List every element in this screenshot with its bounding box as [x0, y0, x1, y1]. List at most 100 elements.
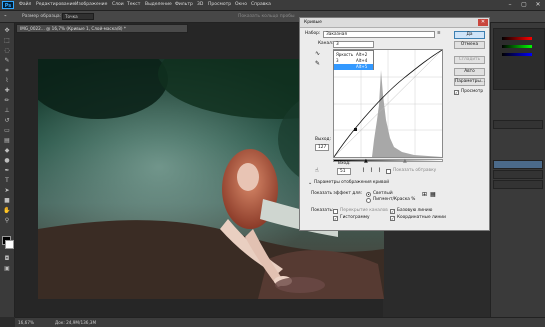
ok-button[interactable]: Да: [454, 31, 485, 39]
expand-options-icon[interactable]: ⌄: [308, 180, 312, 186]
background-color-swatch[interactable]: [5, 240, 14, 249]
baseline-label: Базовую линию: [397, 208, 433, 213]
sample-size-label: Размер образца:: [22, 14, 62, 19]
pigment-radio[interactable]: [366, 198, 371, 203]
move-tool-icon[interactable]: ✥: [3, 27, 11, 34]
preview-label: Просмотр: [461, 89, 484, 94]
maximize-icon[interactable]: ▢: [517, 0, 531, 10]
histogram-checkbox[interactable]: ✓: [333, 216, 338, 221]
light-radio[interactable]: •: [366, 192, 371, 197]
output-input[interactable]: 127: [315, 144, 329, 151]
sample-size-select[interactable]: Точка: [62, 13, 94, 20]
path-select-icon[interactable]: ➤: [3, 187, 11, 194]
show-clipping-checkbox[interactable]: [386, 169, 391, 174]
hand-tool-icon[interactable]: ✋: [3, 207, 11, 214]
color-panel: [493, 28, 545, 90]
white-eyedropper-icon[interactable]: ⌇: [378, 168, 381, 174]
intersection-line-checkbox[interactable]: ✓: [390, 216, 395, 221]
layer-row-selected[interactable]: [493, 160, 543, 169]
auto-button[interactable]: Авто: [454, 68, 485, 76]
baseline-checkbox[interactable]: ✓: [390, 209, 395, 214]
crop-tool-icon[interactable]: ⌗: [3, 67, 11, 74]
detailed-grid-icon[interactable]: ▦: [430, 192, 436, 198]
histogram: [372, 70, 442, 157]
gray-eyedropper-icon[interactable]: ⌇: [370, 168, 373, 174]
cancel-button[interactable]: Отмена: [454, 41, 485, 49]
screen-mode-icon[interactable]: ▣: [3, 265, 11, 272]
menu-layers[interactable]: Слои: [112, 1, 124, 9]
curve-point[interactable]: [354, 128, 357, 131]
menu-help[interactable]: Справка: [251, 1, 271, 9]
layer-row[interactable]: [493, 170, 543, 179]
menu-file[interactable]: Файл: [19, 1, 31, 9]
channel-overlays-checkbox[interactable]: [333, 209, 338, 214]
preview-checkbox[interactable]: ✓: [454, 90, 459, 95]
preset-options-icon[interactable]: ≡: [437, 31, 441, 37]
type-tool-icon[interactable]: T: [3, 177, 11, 184]
black-point-slider-icon[interactable]: ▲: [364, 158, 368, 164]
channel-label: Канал:: [318, 41, 334, 46]
white-point-slider-icon[interactable]: ▲: [403, 158, 407, 164]
zoom-level[interactable]: 16,67%: [18, 319, 34, 326]
blur-tool-icon[interactable]: ◆: [3, 147, 11, 154]
clone-stamp-icon[interactable]: ⊥: [3, 107, 11, 114]
input-label: Вход:: [338, 161, 351, 166]
close-icon[interactable]: ✕: [531, 0, 545, 10]
blue-slider[interactable]: [502, 53, 532, 56]
photoshop-logo: Ps: [2, 1, 14, 9]
show-clipping-label: Показать обтравку: [393, 168, 437, 173]
eraser-tool-icon[interactable]: ▭: [3, 127, 11, 134]
menu-select[interactable]: Выделение: [145, 1, 172, 9]
adjustments-panel-header[interactable]: [493, 120, 543, 129]
menu-filter[interactable]: Фильтр: [175, 1, 193, 9]
green-slider[interactable]: [502, 45, 532, 48]
histogram-label: Гистограмму: [340, 215, 370, 220]
minimize-icon[interactable]: –: [503, 0, 517, 10]
quick-select-tool-icon[interactable]: ✎: [3, 57, 11, 64]
document-size[interactable]: Док: 24,9M/136,3M: [55, 319, 96, 326]
red-slider[interactable]: [502, 37, 532, 40]
document-tab-title: IMG_0022... @ 16,7% (Кривые 1, Слой-маск…: [20, 26, 126, 31]
simple-grid-icon[interactable]: ⊞: [422, 192, 427, 198]
document-tab[interactable]: IMG_0022... @ 16,7% (Кривые 1, Слой-маск…: [16, 24, 188, 33]
history-brush-icon[interactable]: ↺: [3, 117, 11, 124]
dialog-close-button[interactable]: ✕: [478, 19, 488, 26]
target-adjust-icon[interactable]: ☝: [315, 168, 319, 174]
show-label: Показать:: [311, 208, 334, 213]
preset-select[interactable]: Заказная: [323, 31, 435, 38]
eyedropper-icon[interactable]: ⌇: [3, 77, 11, 84]
menu-window[interactable]: Окно: [235, 1, 247, 9]
quick-mask-icon[interactable]: ◘: [3, 255, 11, 262]
channel-option-selected[interactable]: Alt+5: [334, 64, 373, 70]
preset-label: Набор:: [305, 31, 321, 36]
pen-tool-icon[interactable]: ✒: [3, 167, 11, 174]
lasso-tool-icon[interactable]: ◌: [3, 47, 11, 54]
channel-dropdown-list: Яркость Alt+2 3 Alt+4 Alt+5: [333, 50, 374, 70]
layer-row[interactable]: [493, 180, 543, 189]
input-input[interactable]: 51: [337, 168, 351, 175]
menu-edit[interactable]: Редактирование: [36, 1, 75, 9]
options-button[interactable]: Параметры...: [454, 78, 485, 86]
eyedropper-tool-icon: ⌁: [4, 14, 7, 19]
brush-tool-icon[interactable]: ✏: [3, 97, 11, 104]
shape-tool-icon[interactable]: ■: [3, 197, 11, 204]
gradient-tool-icon[interactable]: ▤: [3, 137, 11, 144]
menu-image[interactable]: Изображение: [75, 1, 107, 9]
channel-select[interactable]: 3: [333, 41, 374, 48]
curves-dialog: Кривые ✕ Набор: Заказная ≡ Канал: 3 Ярко…: [299, 17, 490, 231]
menu-type[interactable]: Текст: [127, 1, 140, 9]
smooth-button[interactable]: Сгладить: [454, 56, 485, 64]
curves-dialog-title: Кривые: [300, 18, 489, 28]
pencil-tool-icon[interactable]: ✎: [315, 61, 320, 67]
output-label: Выход:: [315, 137, 331, 142]
menu-view[interactable]: Просмотр: [208, 1, 231, 9]
marquee-tool-icon[interactable]: ⬚: [3, 37, 11, 44]
curve-point-tool-icon[interactable]: ∿: [315, 51, 320, 57]
menu-bar: Ps Файл Редактирование Изображение Слои …: [0, 0, 545, 11]
dodge-tool-icon[interactable]: ●: [3, 157, 11, 164]
pigment-radio-label: Пигмент/Краска %: [373, 197, 416, 202]
black-eyedropper-icon[interactable]: ⌇: [362, 168, 365, 174]
healing-brush-icon[interactable]: ✚: [3, 87, 11, 94]
zoom-tool-icon[interactable]: ⚲: [3, 217, 11, 224]
menu-3d[interactable]: 3D: [197, 1, 203, 9]
